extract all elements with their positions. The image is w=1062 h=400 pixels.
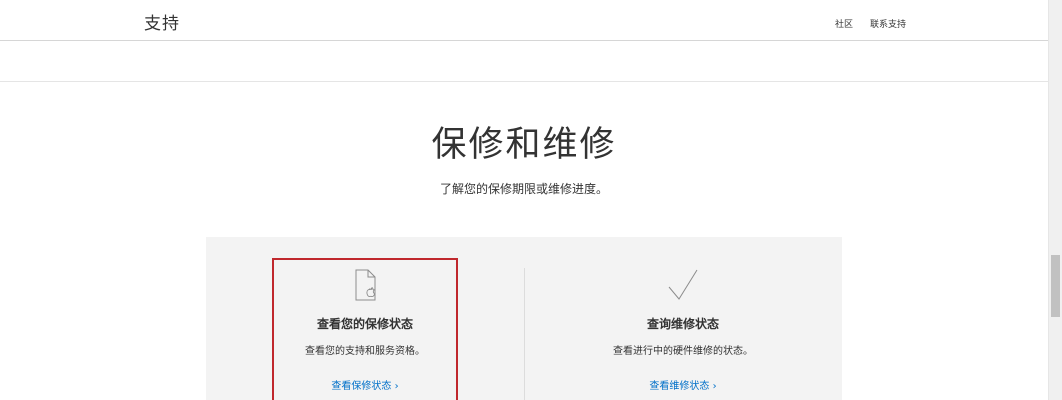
card-description: 查看您的支持和服务资格。 bbox=[305, 346, 425, 357]
brand-title[interactable]: 支持 bbox=[144, 9, 180, 34]
card-title: 查询维修状态 bbox=[646, 317, 719, 331]
header-nav: 社区 联系支持 bbox=[835, 17, 906, 30]
page: 支持 社区 联系支持 保修和维修 了解您的保修期限或维修进度。 查看您的保修状态… bbox=[0, 0, 1062, 400]
card-title: 查看您的保修状态 bbox=[316, 317, 413, 331]
card-warranty-status: 查看您的保修状态 查看您的支持和服务资格。 查看保修状态 › bbox=[272, 237, 458, 400]
page-subtitle: 了解您的保修期限或维修进度。 bbox=[439, 182, 608, 196]
nav-link-community[interactable]: 社区 bbox=[835, 17, 853, 30]
link-label: 查看保修状态 bbox=[331, 381, 392, 392]
link-label: 查看维修状态 bbox=[649, 381, 710, 392]
vertical-scrollbar[interactable] bbox=[1048, 0, 1062, 400]
view-warranty-status-link[interactable]: 查看保修状态 › bbox=[272, 377, 458, 392]
checkmark-icon bbox=[665, 267, 701, 303]
card-repair-status: 查询维修状态 查看进行中的硬件维修的状态。 查看维修状态 › bbox=[524, 237, 842, 400]
card-description: 查看进行中的硬件维修的状态。 bbox=[613, 346, 753, 357]
chevron-right-icon: › bbox=[394, 381, 399, 392]
header: 支持 社区 联系支持 bbox=[0, 0, 1048, 41]
document-apple-icon bbox=[347, 267, 383, 303]
page-title: 保修和维修 bbox=[431, 125, 617, 165]
scrollbar-thumb[interactable] bbox=[1051, 255, 1060, 317]
view-repair-status-link[interactable]: 查看维修状态 › bbox=[524, 377, 842, 392]
service-panel: 查看您的保修状态 查看您的支持和服务资格。 查看保修状态 › 查询维修状态 查看… bbox=[206, 237, 842, 400]
nav-link-contact-support[interactable]: 联系支持 bbox=[870, 17, 906, 30]
chevron-right-icon: › bbox=[712, 381, 717, 392]
section-divider bbox=[0, 81, 1048, 82]
